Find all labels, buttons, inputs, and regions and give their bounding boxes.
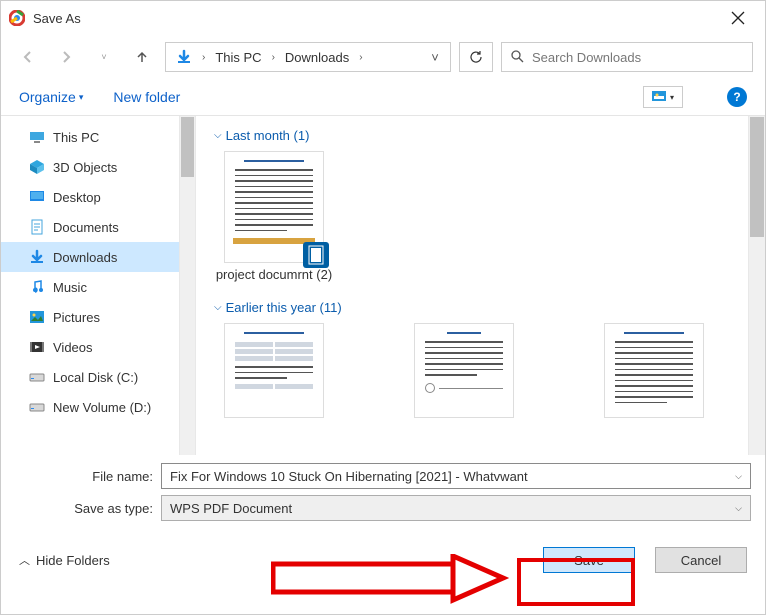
address-bar[interactable]: › This PC › Downloads › ˅ (165, 42, 451, 72)
address-dropdown[interactable]: ˅ (422, 50, 448, 65)
view-options[interactable]: ▾ (643, 86, 683, 108)
file-thumbnail (414, 323, 514, 418)
window-title: Save As (33, 11, 731, 26)
help-icon[interactable]: ? (727, 87, 747, 107)
file-item[interactable] (594, 323, 714, 422)
organize-menu[interactable]: Organize▾ (19, 89, 83, 105)
document-icon (29, 219, 45, 235)
file-item[interactable]: project documrnt (2) (214, 151, 334, 282)
file-thumbnail (224, 151, 324, 263)
music-icon (29, 279, 45, 295)
up-button[interactable] (127, 42, 157, 72)
picture-icon (29, 309, 45, 325)
folder-tree: This PC 3D Objects Desktop Documents Dow… (1, 116, 179, 455)
tree-pictures[interactable]: Pictures (1, 302, 179, 332)
tree-3d-objects[interactable]: 3D Objects (1, 152, 179, 182)
savetype-field[interactable]: WPS PDF Document ⌵ (161, 495, 751, 521)
content-scrollbar[interactable] (748, 116, 765, 455)
tree-this-pc[interactable]: This PC (1, 122, 179, 152)
chevron-down-icon: ⌵ (214, 302, 222, 313)
tree-music[interactable]: Music (1, 272, 179, 302)
forward-button[interactable] (51, 42, 81, 72)
file-thumbnail (224, 323, 324, 418)
tree-videos[interactable]: Videos (1, 332, 179, 362)
chevron-right-icon[interactable]: › (200, 52, 207, 63)
chevron-up-icon: ︿ (19, 552, 30, 568)
filename-label: File name: (15, 469, 161, 484)
file-item[interactable] (404, 323, 524, 422)
chevron-down-icon[interactable]: ⌵ (735, 471, 742, 482)
new-folder-button[interactable]: New folder (113, 89, 180, 105)
path-this-pc[interactable]: This PC (207, 43, 269, 71)
download-icon (29, 249, 45, 265)
save-button[interactable]: Save (543, 547, 635, 573)
savetype-label: Save as type: (15, 501, 161, 516)
tree-downloads[interactable]: Downloads (1, 242, 179, 272)
recent-dropdown[interactable]: ˅ (89, 42, 119, 72)
downloads-folder-icon (168, 43, 200, 71)
chevron-down-icon: ⌵ (214, 130, 222, 141)
pc-icon (29, 129, 45, 145)
search-input[interactable]: Search Downloads (501, 42, 753, 72)
group-earlier-year[interactable]: ⌵ Earlier this year (11) (214, 300, 730, 315)
refresh-button[interactable] (459, 42, 493, 72)
path-downloads[interactable]: Downloads (277, 43, 357, 71)
chevron-right-icon[interactable]: › (270, 52, 277, 63)
chrome-icon (9, 10, 25, 26)
tree-local-disk-c[interactable]: Local Disk (C:) (1, 362, 179, 392)
search-icon (510, 49, 524, 66)
group-last-month[interactable]: ⌵ Last month (1) (214, 128, 730, 143)
chevron-down-icon[interactable]: ⌵ (735, 503, 742, 514)
filename-field[interactable]: Fix For Windows 10 Stuck On Hibernating … (161, 463, 751, 489)
search-placeholder: Search Downloads (532, 50, 641, 65)
hide-folders-button[interactable]: ︿ Hide Folders (19, 552, 110, 568)
pdf-badge-icon (303, 242, 329, 268)
disk-icon (29, 399, 45, 415)
tree-desktop[interactable]: Desktop (1, 182, 179, 212)
video-icon (29, 339, 45, 355)
cube-icon (29, 159, 45, 175)
close-icon[interactable] (731, 11, 745, 25)
disk-icon (29, 369, 45, 385)
file-item[interactable] (214, 323, 334, 422)
tree-new-volume-d[interactable]: New Volume (D:) (1, 392, 179, 422)
chevron-right-icon[interactable]: › (357, 52, 364, 63)
tree-documents[interactable]: Documents (1, 212, 179, 242)
desktop-icon (29, 189, 45, 205)
file-thumbnail (604, 323, 704, 418)
file-list: ⌵ Last month (1) project documrnt (2) ⌵ … (196, 116, 748, 455)
tree-scrollbar[interactable] (179, 116, 196, 455)
back-button[interactable] (13, 42, 43, 72)
file-label: project documrnt (2) (214, 267, 334, 282)
cancel-button[interactable]: Cancel (655, 547, 747, 573)
